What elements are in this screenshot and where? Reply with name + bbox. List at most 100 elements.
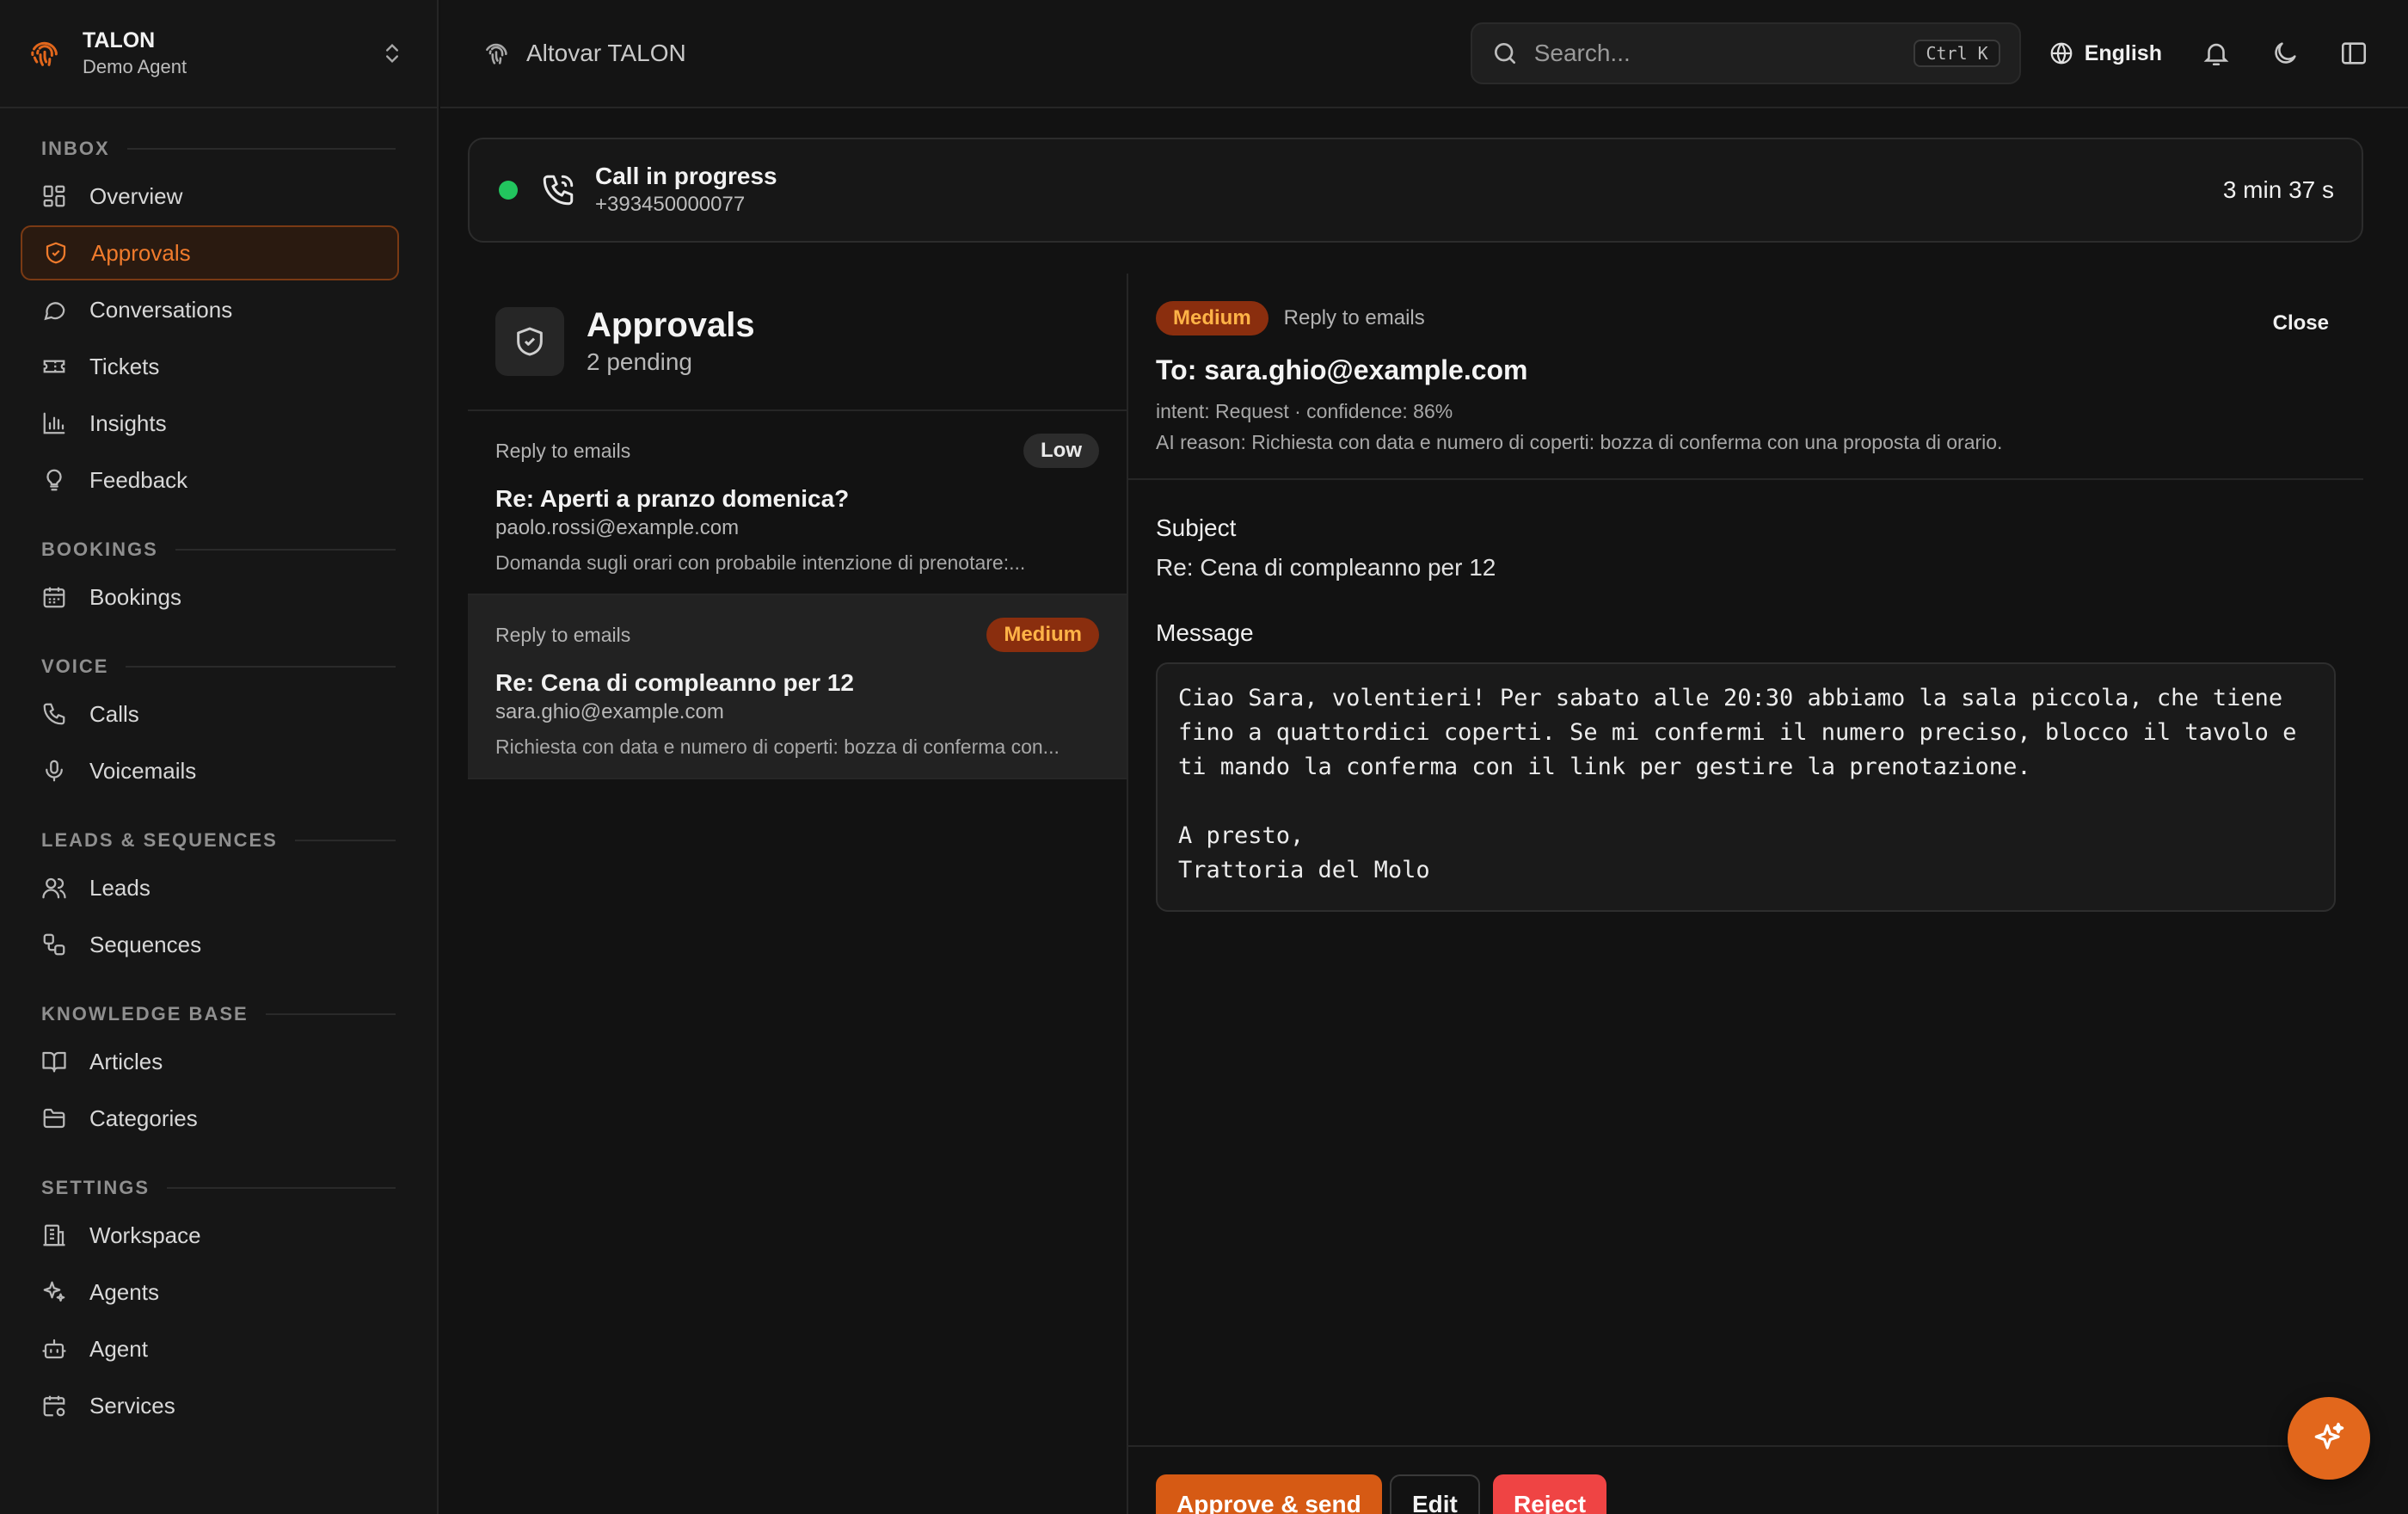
approvals-badge xyxy=(495,307,564,376)
bell-icon[interactable] xyxy=(2202,39,2231,68)
approval-item-selected[interactable]: Reply to emails Medium Re: Cena di compl… xyxy=(468,595,1127,779)
search-placeholder: Search... xyxy=(1533,40,1631,66)
globe-icon xyxy=(2050,42,2073,65)
approval-snippet: Richiesta con data e numero di coperti: … xyxy=(495,735,1060,758)
message-textarea[interactable]: Ciao Sara, volentieri! Per sabato alle 2… xyxy=(1156,662,2336,912)
sidebar-item-conversations[interactable]: Conversations xyxy=(21,282,399,337)
fingerprint-icon xyxy=(486,43,507,65)
approval-type: Reply to emails xyxy=(495,439,631,462)
sidebar-item-approvals[interactable]: Approvals xyxy=(21,225,399,280)
fingerprint-logo-icon xyxy=(31,41,58,66)
language-label: English xyxy=(2084,40,2162,65)
detail-header: Medium Reply to emails Close To: sara.gh… xyxy=(1128,274,2363,480)
lightbulb-icon xyxy=(46,469,62,491)
sidebar-item-label: Agents xyxy=(89,1278,159,1305)
sidebar-item-bookings[interactable]: Bookings xyxy=(21,569,399,625)
approval-type: Reply to emails xyxy=(1283,306,1425,329)
sidebar-item-agent[interactable]: Agent xyxy=(21,1321,399,1376)
edit-button[interactable]: Edit xyxy=(1390,1474,1480,1514)
sparkles-icon xyxy=(2314,1422,2344,1449)
users-icon xyxy=(42,877,66,899)
priority-badge: Medium xyxy=(986,618,1099,652)
call-number: +393450000077 xyxy=(595,193,746,216)
active-call-banner[interactable]: Call in progress +393450000077 3 min 37 … xyxy=(468,138,2363,243)
call-duration: 3 min 37 s xyxy=(2222,176,2334,203)
approve-send-button[interactable]: Approve & send xyxy=(1156,1474,1382,1514)
sidebar-item-label: Calls xyxy=(89,700,139,727)
workspace-switcher[interactable]: TALON Demo Agent xyxy=(0,0,437,108)
ticket-icon xyxy=(43,360,65,373)
moon-icon[interactable] xyxy=(2270,39,2300,68)
sidebar: TALON Demo Agent INBOX Overview Approval… xyxy=(0,0,439,1514)
sidebar-item-label: Insights xyxy=(89,409,167,436)
chevrons-up-down-icon[interactable] xyxy=(380,41,404,65)
bot-icon xyxy=(42,1339,66,1359)
bar-chart-icon xyxy=(43,412,65,434)
sidebar-item-label: Tickets xyxy=(89,353,160,379)
language-selector[interactable]: English xyxy=(2049,40,2162,66)
book-icon xyxy=(42,1051,66,1073)
sidebar-item-voicemails[interactable]: Voicemails xyxy=(21,743,399,798)
subject-label: Subject xyxy=(1156,514,1237,541)
shield-check-icon xyxy=(46,242,66,264)
workspace-name: TALON xyxy=(83,28,156,52)
approval-subject: Re: Aperti a pranzo domenica? xyxy=(495,485,850,512)
page-title: Approvals xyxy=(587,306,755,344)
priority-badge: Low xyxy=(1023,434,1099,468)
sidebar-item-label: Leads xyxy=(89,874,150,901)
sparkles-icon xyxy=(43,1281,65,1302)
section-label-settings: SETTINGS xyxy=(0,1170,437,1206)
approval-email: paolo.rossi@example.com xyxy=(495,516,740,539)
sidebar-item-label: Workspace xyxy=(89,1222,201,1248)
approval-item[interactable]: Reply to emails Low Re: Aperti a pranzo … xyxy=(468,411,1127,595)
sidebar-item-agents[interactable]: Agents xyxy=(21,1265,399,1320)
sidebar-item-insights[interactable]: Insights xyxy=(21,396,399,451)
workspace-agent: Demo Agent xyxy=(83,56,187,77)
sidebar-item-calls[interactable]: Calls xyxy=(21,686,399,742)
app-breadcrumb: Altovar TALON xyxy=(482,39,686,68)
sidebar-item-label: Approvals xyxy=(91,239,191,266)
sidebar-item-label: Voicemails xyxy=(89,757,197,784)
section-label-knowledge-base: KNOWLEDGE BASE xyxy=(0,996,437,1032)
sidebar-item-sequences[interactable]: Sequences xyxy=(21,917,399,972)
ai-assistant-button[interactable] xyxy=(2288,1397,2370,1480)
section-label-voice: VOICE xyxy=(0,649,437,685)
call-live-indicator xyxy=(499,181,518,200)
ai-reason: AI reason: Richiesta con data e numero d… xyxy=(1156,431,2003,453)
approval-email: sara.ghio@example.com xyxy=(495,700,724,723)
sidebar-nav: INBOX Overview Approvals Conversations T… xyxy=(0,108,437,1433)
approvals-list-pane: Approvals 2 pending Reply to emails Low … xyxy=(468,274,1127,1514)
sidebar-item-label: Categories xyxy=(89,1105,198,1131)
reject-button[interactable]: Reject xyxy=(1493,1474,1607,1514)
sidebar-item-categories[interactable]: Categories xyxy=(21,1091,399,1146)
priority-badge: Medium xyxy=(1156,301,1268,335)
approval-detail-pane: Medium Reply to emails Close To: sara.gh… xyxy=(1128,274,2363,1514)
sidebar-item-label: Articles xyxy=(89,1048,163,1074)
sidebar-item-articles[interactable]: Articles xyxy=(21,1034,399,1089)
subject-value: Re: Cena di compleanno per 12 xyxy=(1156,554,1496,581)
sidebar-item-label: Overview xyxy=(89,182,183,209)
phone-icon xyxy=(43,703,65,725)
action-bar: Approve & send Edit Reject xyxy=(1128,1445,2363,1514)
sidebar-item-feedback[interactable]: Feedback xyxy=(21,452,399,508)
close-button[interactable]: Close xyxy=(2273,311,2329,335)
section-label-leads: LEADS & SEQUENCES xyxy=(0,822,437,859)
search-input[interactable]: Search... Ctrl K xyxy=(1470,22,2021,84)
approval-snippet: Domanda sugli orari con probabile intenz… xyxy=(495,551,1026,574)
sidebar-item-label: Agent xyxy=(89,1335,148,1362)
app-name: Altovar TALON xyxy=(526,40,686,66)
sidebar-item-workspace[interactable]: Workspace xyxy=(21,1208,399,1263)
pending-count: 2 pending xyxy=(587,348,693,375)
call-status: Call in progress xyxy=(595,163,777,189)
search-icon xyxy=(1494,43,1515,64)
building-icon xyxy=(43,1224,65,1246)
sidebar-item-overview[interactable]: Overview xyxy=(21,169,399,224)
sidebar-item-label: Bookings xyxy=(89,583,181,610)
grid-icon xyxy=(43,185,65,207)
calendar-icon xyxy=(43,587,65,608)
panel-toggle-icon[interactable] xyxy=(2339,39,2368,68)
sidebar-item-leads[interactable]: Leads xyxy=(21,860,399,915)
section-label-bookings: BOOKINGS xyxy=(0,532,437,568)
sidebar-item-services[interactable]: Services xyxy=(21,1378,399,1433)
sidebar-item-tickets[interactable]: Tickets xyxy=(21,339,399,394)
